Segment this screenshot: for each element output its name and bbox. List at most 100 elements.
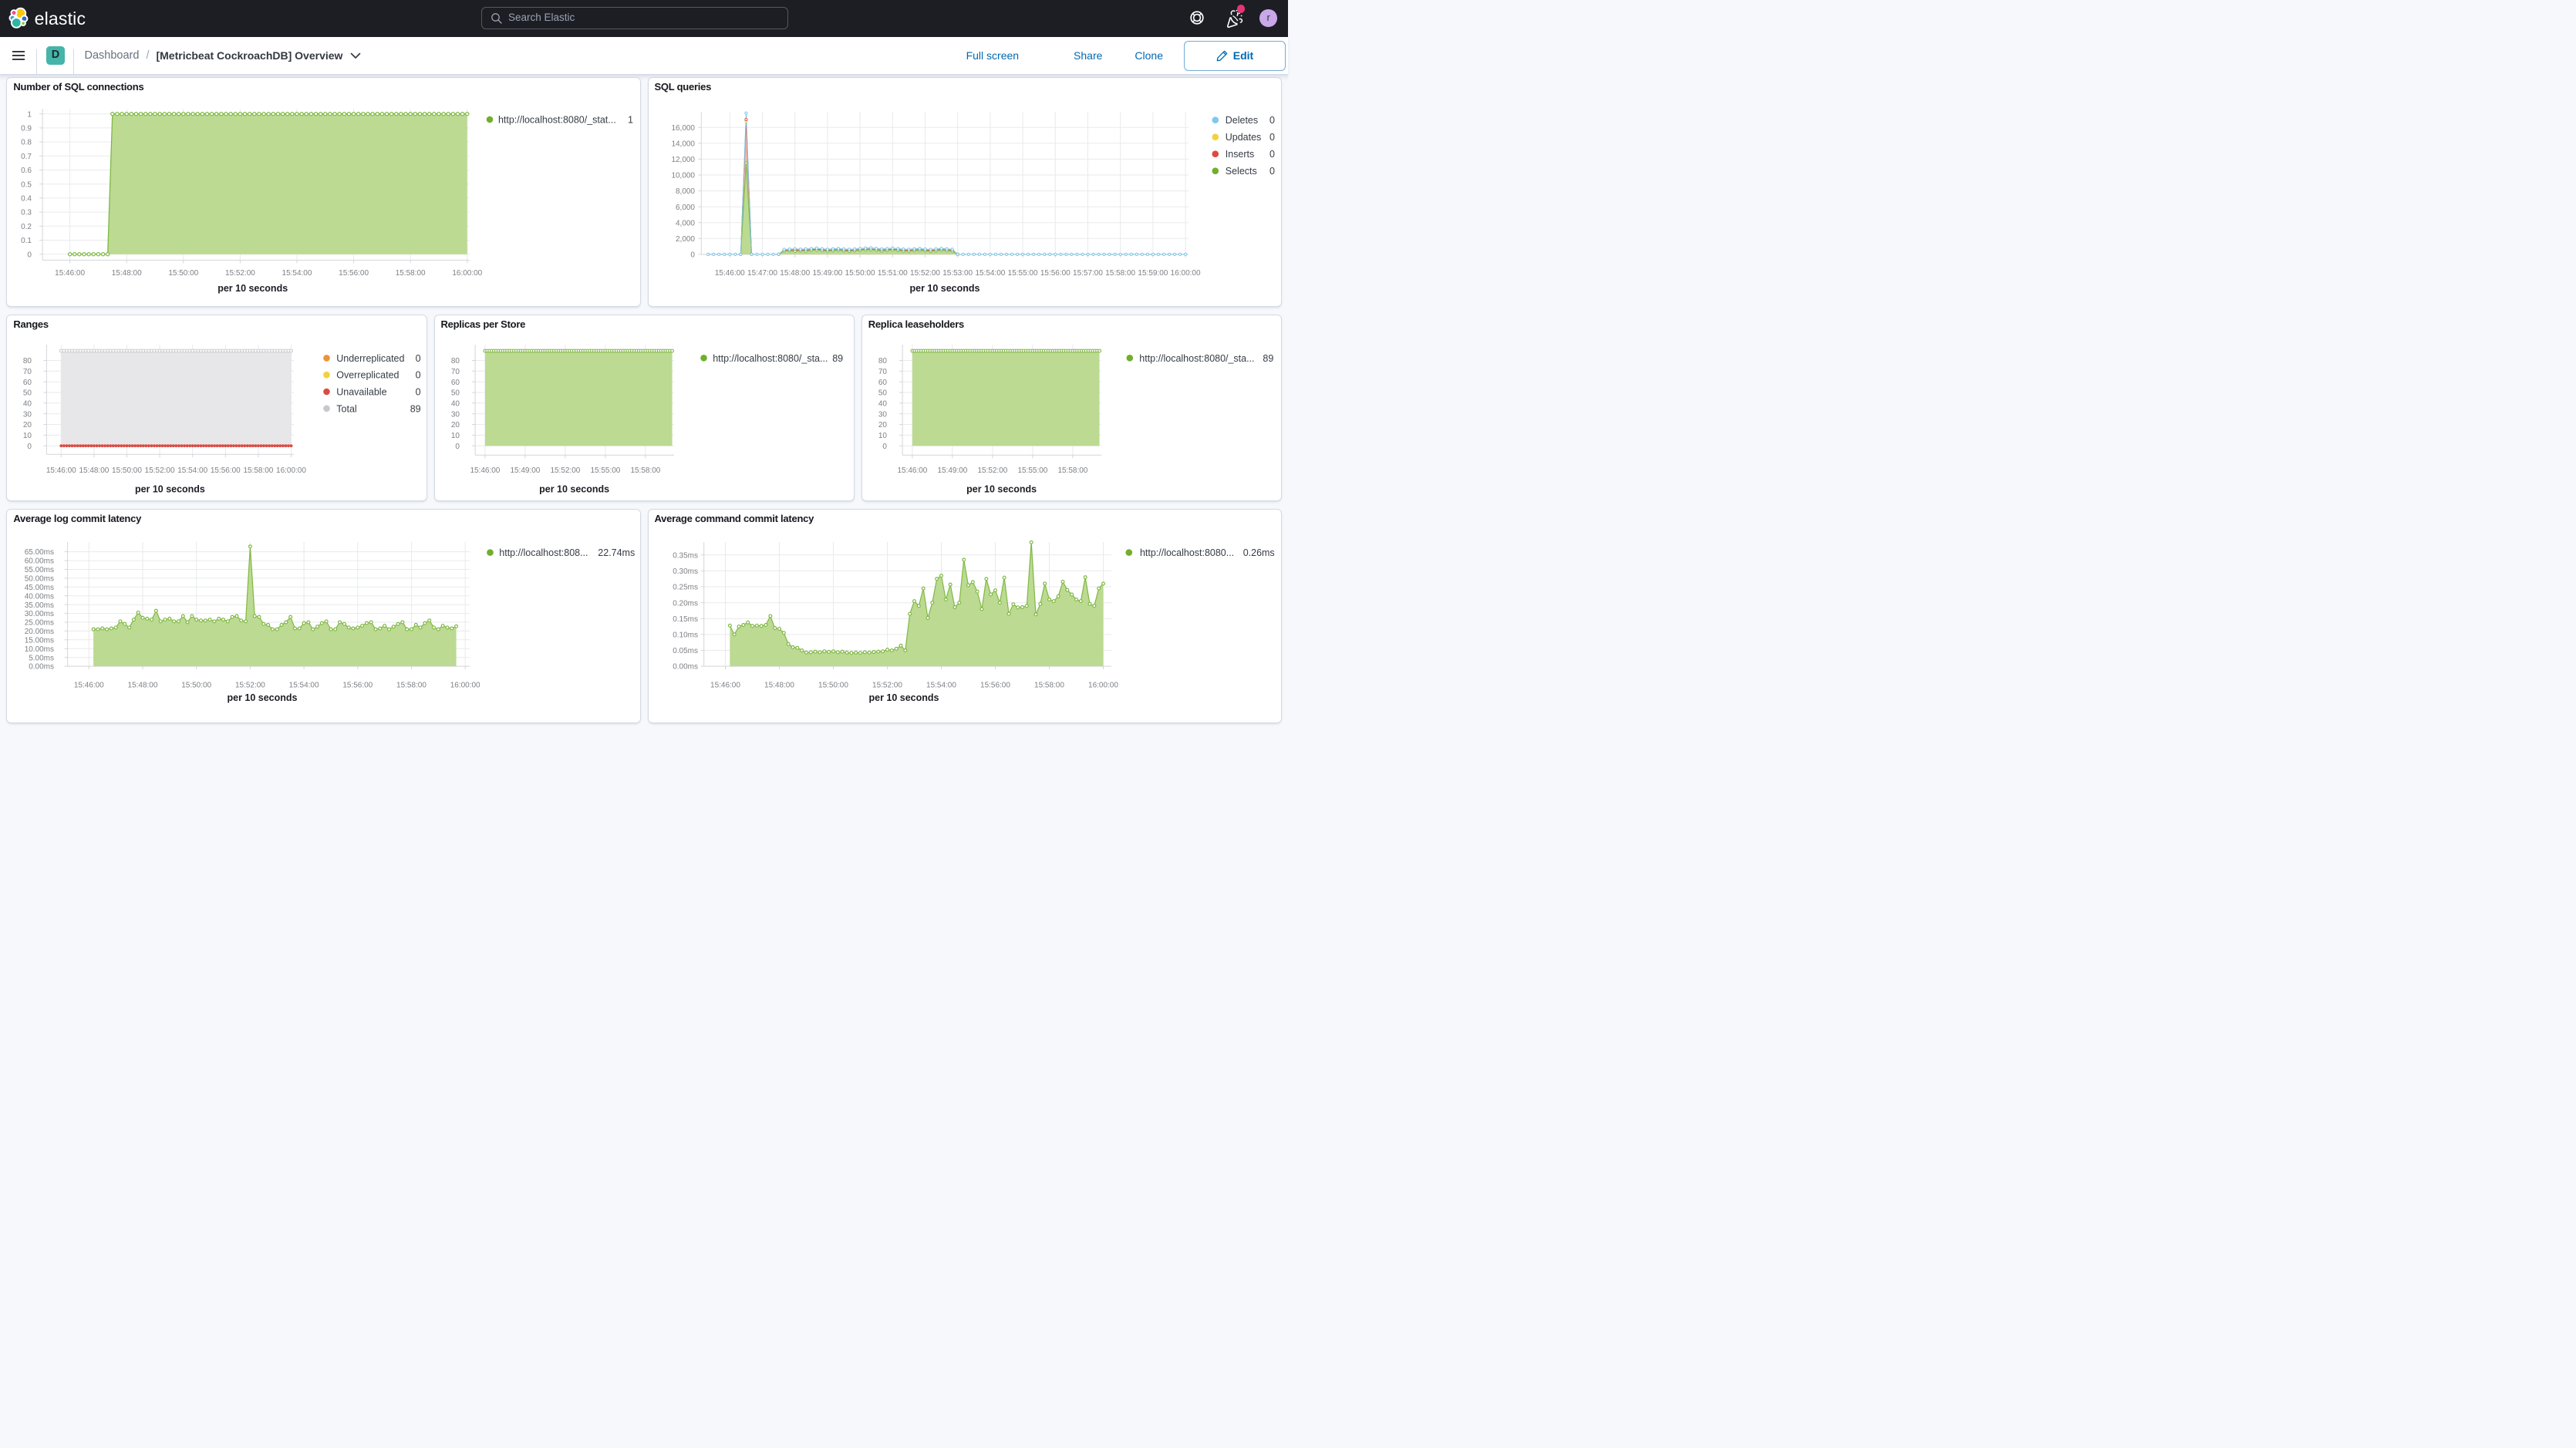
svg-text:89: 89 bbox=[410, 403, 421, 414]
svg-text:http://localhost:8080/_sta...: http://localhost:8080/_sta... bbox=[1139, 353, 1254, 364]
svg-text:0.30ms: 0.30ms bbox=[673, 567, 698, 576]
svg-text:per 10 seconds: per 10 seconds bbox=[868, 692, 939, 703]
svg-text:35.00ms: 35.00ms bbox=[25, 601, 54, 610]
svg-text:80: 80 bbox=[23, 357, 32, 365]
svg-text:0.7: 0.7 bbox=[22, 153, 32, 161]
svg-text:15:52:00: 15:52:00 bbox=[145, 466, 175, 475]
svg-text:4,000: 4,000 bbox=[676, 220, 695, 228]
svg-text:40: 40 bbox=[878, 400, 888, 409]
svg-text:0.5: 0.5 bbox=[22, 181, 32, 190]
svg-text:16:00:00: 16:00:00 bbox=[450, 681, 480, 689]
svg-text:15:50:00: 15:50:00 bbox=[169, 269, 199, 278]
svg-text:15:58:00: 15:58:00 bbox=[630, 466, 660, 475]
svg-text:20.00ms: 20.00ms bbox=[25, 628, 54, 636]
svg-text:80: 80 bbox=[878, 357, 888, 365]
svg-text:15:50:00: 15:50:00 bbox=[818, 681, 848, 689]
svg-text:0.05ms: 0.05ms bbox=[673, 647, 698, 655]
svg-text:8,000: 8,000 bbox=[676, 187, 695, 196]
svg-text:0: 0 bbox=[455, 443, 460, 451]
svg-text:15:58:00: 15:58:00 bbox=[396, 269, 426, 278]
svg-text:55.00ms: 55.00ms bbox=[25, 566, 54, 574]
svg-text:0.20ms: 0.20ms bbox=[673, 599, 698, 608]
svg-text:http://localhost:808...: http://localhost:808... bbox=[500, 547, 588, 558]
svg-text:16:00:00: 16:00:00 bbox=[1170, 269, 1200, 278]
svg-text:5.00ms: 5.00ms bbox=[29, 654, 55, 662]
svg-text:10: 10 bbox=[23, 432, 32, 440]
svg-text:0.35ms: 0.35ms bbox=[673, 551, 698, 560]
svg-text:http://localhost:8080/_stat...: http://localhost:8080/_stat... bbox=[498, 115, 616, 126]
svg-text:15:54:00: 15:54:00 bbox=[178, 466, 208, 475]
svg-text:15:50:00: 15:50:00 bbox=[845, 269, 875, 278]
svg-text:10.00ms: 10.00ms bbox=[25, 645, 54, 654]
svg-text:15:58:00: 15:58:00 bbox=[244, 466, 274, 475]
svg-text:0: 0 bbox=[1269, 149, 1275, 160]
svg-text:70: 70 bbox=[878, 368, 888, 376]
svg-text:Updates: Updates bbox=[1225, 132, 1261, 143]
svg-text:25.00ms: 25.00ms bbox=[25, 618, 54, 627]
svg-text:15:48:00: 15:48:00 bbox=[128, 681, 158, 689]
svg-text:1: 1 bbox=[28, 111, 32, 120]
svg-text:0.6: 0.6 bbox=[22, 167, 32, 175]
svg-text:16:00:00: 16:00:00 bbox=[1088, 681, 1118, 689]
svg-text:30: 30 bbox=[878, 410, 888, 419]
svg-text:0: 0 bbox=[882, 443, 887, 451]
svg-text:14,000: 14,000 bbox=[671, 140, 695, 149]
svg-text:15:53:00: 15:53:00 bbox=[942, 269, 973, 278]
svg-text:0.4: 0.4 bbox=[22, 195, 32, 204]
svg-text:0.00ms: 0.00ms bbox=[29, 662, 55, 671]
svg-text:6,000: 6,000 bbox=[676, 204, 695, 212]
svg-text:Overreplicated: Overreplicated bbox=[337, 370, 400, 381]
svg-text:Inserts: Inserts bbox=[1225, 149, 1253, 160]
svg-text:15:48:00: 15:48:00 bbox=[764, 681, 794, 689]
svg-text:Underreplicated: Underreplicated bbox=[337, 353, 405, 364]
svg-text:15:56:00: 15:56:00 bbox=[211, 466, 241, 475]
svg-text:20: 20 bbox=[23, 421, 32, 429]
svg-text:Total: Total bbox=[337, 403, 357, 414]
svg-text:15.00ms: 15.00ms bbox=[25, 636, 54, 645]
svg-text:20: 20 bbox=[878, 421, 888, 429]
svg-text:15:52:00: 15:52:00 bbox=[872, 681, 902, 689]
svg-text:70: 70 bbox=[23, 368, 32, 376]
svg-text:per 10 seconds: per 10 seconds bbox=[966, 484, 1037, 495]
svg-text:15:48:00: 15:48:00 bbox=[112, 269, 142, 278]
svg-text:89: 89 bbox=[1263, 353, 1273, 364]
svg-text:per 10 seconds: per 10 seconds bbox=[909, 283, 979, 294]
svg-text:Deletes: Deletes bbox=[1225, 115, 1257, 126]
svg-text:70: 70 bbox=[450, 368, 460, 376]
svg-text:15:50:00: 15:50:00 bbox=[182, 681, 212, 689]
svg-text:per 10 seconds: per 10 seconds bbox=[135, 484, 205, 495]
svg-text:30.00ms: 30.00ms bbox=[25, 610, 54, 618]
svg-text:50.00ms: 50.00ms bbox=[25, 574, 54, 583]
svg-text:15:52:00: 15:52:00 bbox=[977, 466, 1007, 475]
svg-text:15:55:00: 15:55:00 bbox=[590, 466, 620, 475]
svg-text:0.9: 0.9 bbox=[22, 125, 32, 133]
svg-text:16:00:00: 16:00:00 bbox=[276, 466, 306, 475]
svg-text:15:56:00: 15:56:00 bbox=[1040, 269, 1070, 278]
svg-text:10,000: 10,000 bbox=[671, 172, 695, 180]
svg-text:15:49:00: 15:49:00 bbox=[937, 466, 967, 475]
svg-text:20: 20 bbox=[450, 421, 460, 429]
svg-text:15:54:00: 15:54:00 bbox=[282, 269, 312, 278]
svg-text:15:46:00: 15:46:00 bbox=[897, 466, 927, 475]
svg-text:15:55:00: 15:55:00 bbox=[1007, 269, 1037, 278]
svg-text:0: 0 bbox=[690, 251, 695, 260]
svg-text:elastic: elastic bbox=[35, 8, 86, 29]
svg-text:15:46:00: 15:46:00 bbox=[46, 466, 76, 475]
svg-text:http://localhost:8080/_sta...: http://localhost:8080/_sta... bbox=[713, 353, 828, 364]
svg-text:0.8: 0.8 bbox=[22, 139, 32, 147]
svg-text:per 10 seconds: per 10 seconds bbox=[539, 484, 609, 495]
svg-text:15:50:00: 15:50:00 bbox=[112, 466, 142, 475]
svg-text:60: 60 bbox=[878, 379, 888, 387]
svg-text:0: 0 bbox=[416, 387, 421, 398]
svg-text:15:57:00: 15:57:00 bbox=[1073, 269, 1103, 278]
svg-text:15:55:00: 15:55:00 bbox=[1017, 466, 1047, 475]
svg-text:10: 10 bbox=[450, 432, 460, 440]
svg-text:15:58:00: 15:58:00 bbox=[396, 681, 427, 689]
svg-text:0.26ms: 0.26ms bbox=[1242, 547, 1274, 558]
svg-text:15:47:00: 15:47:00 bbox=[747, 269, 777, 278]
svg-text:40.00ms: 40.00ms bbox=[25, 592, 54, 601]
svg-text:50: 50 bbox=[878, 389, 888, 398]
svg-text:15:46:00: 15:46:00 bbox=[710, 681, 740, 689]
svg-text:50: 50 bbox=[23, 389, 32, 398]
svg-text:15:56:00: 15:56:00 bbox=[339, 269, 369, 278]
